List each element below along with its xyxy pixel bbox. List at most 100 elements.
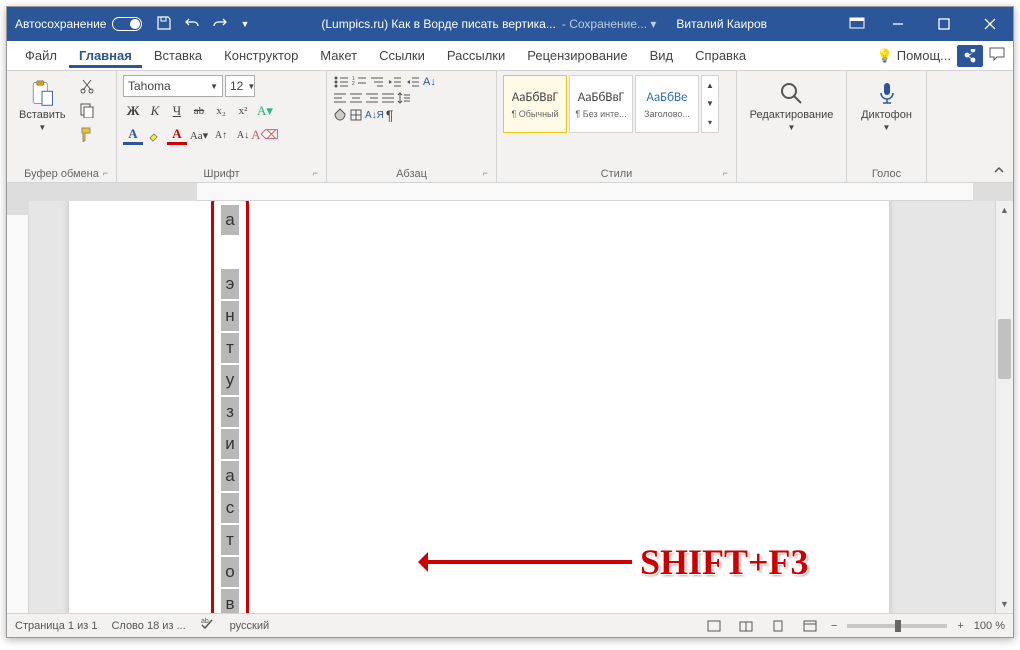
launcher-icon[interactable]: ⌐ bbox=[313, 168, 318, 178]
align-center-button[interactable] bbox=[349, 92, 363, 104]
maximize-button[interactable] bbox=[921, 7, 967, 41]
collapse-ribbon-button[interactable] bbox=[985, 71, 1013, 182]
scroll-up-button[interactable]: ▲ bbox=[996, 201, 1013, 219]
zoom-value[interactable]: 100 % bbox=[974, 620, 1005, 632]
document-page[interactable]: а энтузиастов bbox=[69, 201, 889, 613]
toggle-switch-icon[interactable] bbox=[112, 17, 142, 31]
align-left-button[interactable] bbox=[333, 92, 347, 104]
print-layout-icon[interactable] bbox=[767, 617, 789, 635]
styles-more-button[interactable]: ▲▼▾ bbox=[701, 75, 719, 133]
zoom-out-button[interactable]: − bbox=[831, 620, 837, 632]
comments-button[interactable] bbox=[989, 47, 1005, 64]
ribbon: Вставить ▼ Буфер обмена ⌐ Tahoma▼ 12▼ bbox=[7, 71, 1013, 183]
horizontal-ruler[interactable] bbox=[7, 183, 1013, 201]
tab-review[interactable]: Рецензирование bbox=[517, 44, 637, 67]
svg-text:2: 2 bbox=[352, 81, 355, 87]
vertical-scrollbar[interactable]: ▲ ▼ bbox=[995, 201, 1013, 613]
multilevel-button[interactable] bbox=[369, 75, 385, 89]
font-size-select[interactable]: 12▼ bbox=[225, 75, 255, 97]
tab-help[interactable]: Справка bbox=[685, 44, 756, 67]
web-layout-icon[interactable] bbox=[799, 617, 821, 635]
copy-button[interactable] bbox=[76, 99, 98, 121]
tab-home[interactable]: Главная bbox=[69, 44, 142, 68]
show-marks-button[interactable]: ¶ bbox=[386, 107, 394, 123]
subscript-button[interactable]: x₂ bbox=[211, 101, 231, 121]
save-icon[interactable] bbox=[156, 15, 172, 34]
editing-button[interactable]: Редактирование ▼ bbox=[744, 75, 840, 136]
strike-button[interactable]: ab bbox=[189, 101, 209, 121]
bullets-button[interactable] bbox=[333, 75, 349, 89]
undo-icon[interactable] bbox=[184, 15, 200, 34]
shrink-font-button[interactable]: A↓ bbox=[233, 125, 253, 145]
ribbon-display-icon[interactable] bbox=[849, 17, 865, 32]
decrease-indent-button[interactable] bbox=[387, 75, 403, 89]
italic-button[interactable]: К bbox=[145, 101, 165, 121]
tab-file[interactable]: Файл bbox=[15, 44, 67, 67]
style-normal[interactable]: АаБбВвГ ¶ Обычный bbox=[503, 75, 567, 133]
tab-layout[interactable]: Макет bbox=[310, 44, 367, 67]
close-button[interactable] bbox=[967, 7, 1013, 41]
superscript-button[interactable]: x² bbox=[233, 101, 253, 121]
dictate-button[interactable]: Диктофон ▼ bbox=[855, 75, 918, 136]
style-no-spacing[interactable]: АаБбВвГ ¶ Без инте... bbox=[569, 75, 633, 133]
read-mode-icon[interactable] bbox=[735, 617, 757, 635]
language-indicator[interactable]: русский bbox=[230, 620, 269, 632]
group-clipboard-label: Буфер обмена bbox=[24, 168, 99, 180]
font-color-fill-button[interactable]: A bbox=[123, 125, 143, 145]
grow-font-button[interactable]: A↑ bbox=[211, 125, 231, 145]
sort-az-button[interactable]: А↓Я bbox=[365, 110, 384, 121]
redo-icon[interactable] bbox=[212, 15, 228, 34]
zoom-slider[interactable] bbox=[847, 624, 947, 628]
vertical-char: а bbox=[221, 461, 239, 491]
clear-format-button[interactable]: A⌫ bbox=[255, 125, 275, 145]
word-count[interactable]: Слово 18 из ... bbox=[111, 620, 185, 632]
increase-indent-button[interactable] bbox=[405, 75, 421, 89]
shading-button[interactable] bbox=[333, 108, 347, 122]
paste-button[interactable]: Вставить ▼ bbox=[13, 75, 72, 136]
borders-button[interactable] bbox=[349, 108, 363, 122]
vertical-char: с bbox=[221, 493, 239, 523]
tab-view[interactable]: Вид bbox=[640, 44, 684, 67]
autosave-toggle[interactable]: Автосохранение bbox=[15, 17, 142, 31]
format-painter-button[interactable] bbox=[76, 123, 98, 145]
scroll-thumb[interactable] bbox=[998, 319, 1011, 379]
share-button[interactable] bbox=[957, 45, 983, 67]
launcher-icon[interactable]: ⌐ bbox=[723, 168, 728, 178]
scroll-down-button[interactable]: ▼ bbox=[996, 595, 1013, 613]
sort-button[interactable]: A↓ bbox=[423, 76, 436, 88]
bold-button[interactable]: Ж bbox=[123, 101, 143, 121]
document-title: (Lumpics.ru) Как в Ворде писать вертика.… bbox=[321, 17, 555, 31]
text-effects-button[interactable]: A▾ bbox=[255, 101, 275, 121]
line-spacing-button[interactable] bbox=[397, 92, 411, 104]
spellcheck-icon[interactable]: ab bbox=[200, 617, 216, 634]
change-case-button[interactable]: Aa▾ bbox=[189, 125, 209, 145]
vertical-char: э bbox=[221, 269, 239, 299]
tab-mailings[interactable]: Рассылки bbox=[437, 44, 515, 67]
qat-dropdown-icon[interactable]: ▼ bbox=[240, 19, 249, 29]
launcher-icon[interactable]: ⌐ bbox=[483, 168, 488, 178]
styles-gallery[interactable]: АаБбВвГ ¶ Обычный АаБбВвГ ¶ Без инте... … bbox=[503, 75, 719, 133]
align-right-button[interactable] bbox=[365, 92, 379, 104]
vertical-char: з bbox=[221, 397, 239, 427]
tab-insert[interactable]: Вставка bbox=[144, 44, 212, 67]
focus-mode-icon[interactable] bbox=[703, 617, 725, 635]
minimize-button[interactable] bbox=[875, 7, 921, 41]
launcher-icon[interactable]: ⌐ bbox=[103, 168, 108, 178]
page-indicator[interactable]: Страница 1 из 1 bbox=[15, 620, 97, 632]
zoom-in-button[interactable]: + bbox=[957, 620, 963, 632]
font-name-select[interactable]: Tahoma▼ bbox=[123, 75, 223, 97]
numbering-button[interactable]: 12 bbox=[351, 75, 367, 89]
vertical-ruler[interactable] bbox=[7, 201, 29, 613]
style-heading1[interactable]: АаБбВе Заголово... bbox=[635, 75, 699, 133]
tab-references[interactable]: Ссылки bbox=[369, 44, 435, 67]
user-name[interactable]: Виталий Каиров bbox=[676, 17, 767, 31]
justify-button[interactable] bbox=[381, 92, 395, 104]
underline-button[interactable]: Ч bbox=[167, 101, 187, 121]
tell-me[interactable]: 💡 Помощ... bbox=[877, 48, 951, 64]
vertical-char: и bbox=[221, 429, 239, 459]
tab-design[interactable]: Конструктор bbox=[214, 44, 308, 67]
font-color-button[interactable]: A bbox=[167, 125, 187, 145]
highlight-button[interactable] bbox=[145, 125, 165, 145]
vertical-text-selection[interactable]: а энтузиастов bbox=[211, 201, 249, 613]
cut-button[interactable] bbox=[76, 75, 98, 97]
